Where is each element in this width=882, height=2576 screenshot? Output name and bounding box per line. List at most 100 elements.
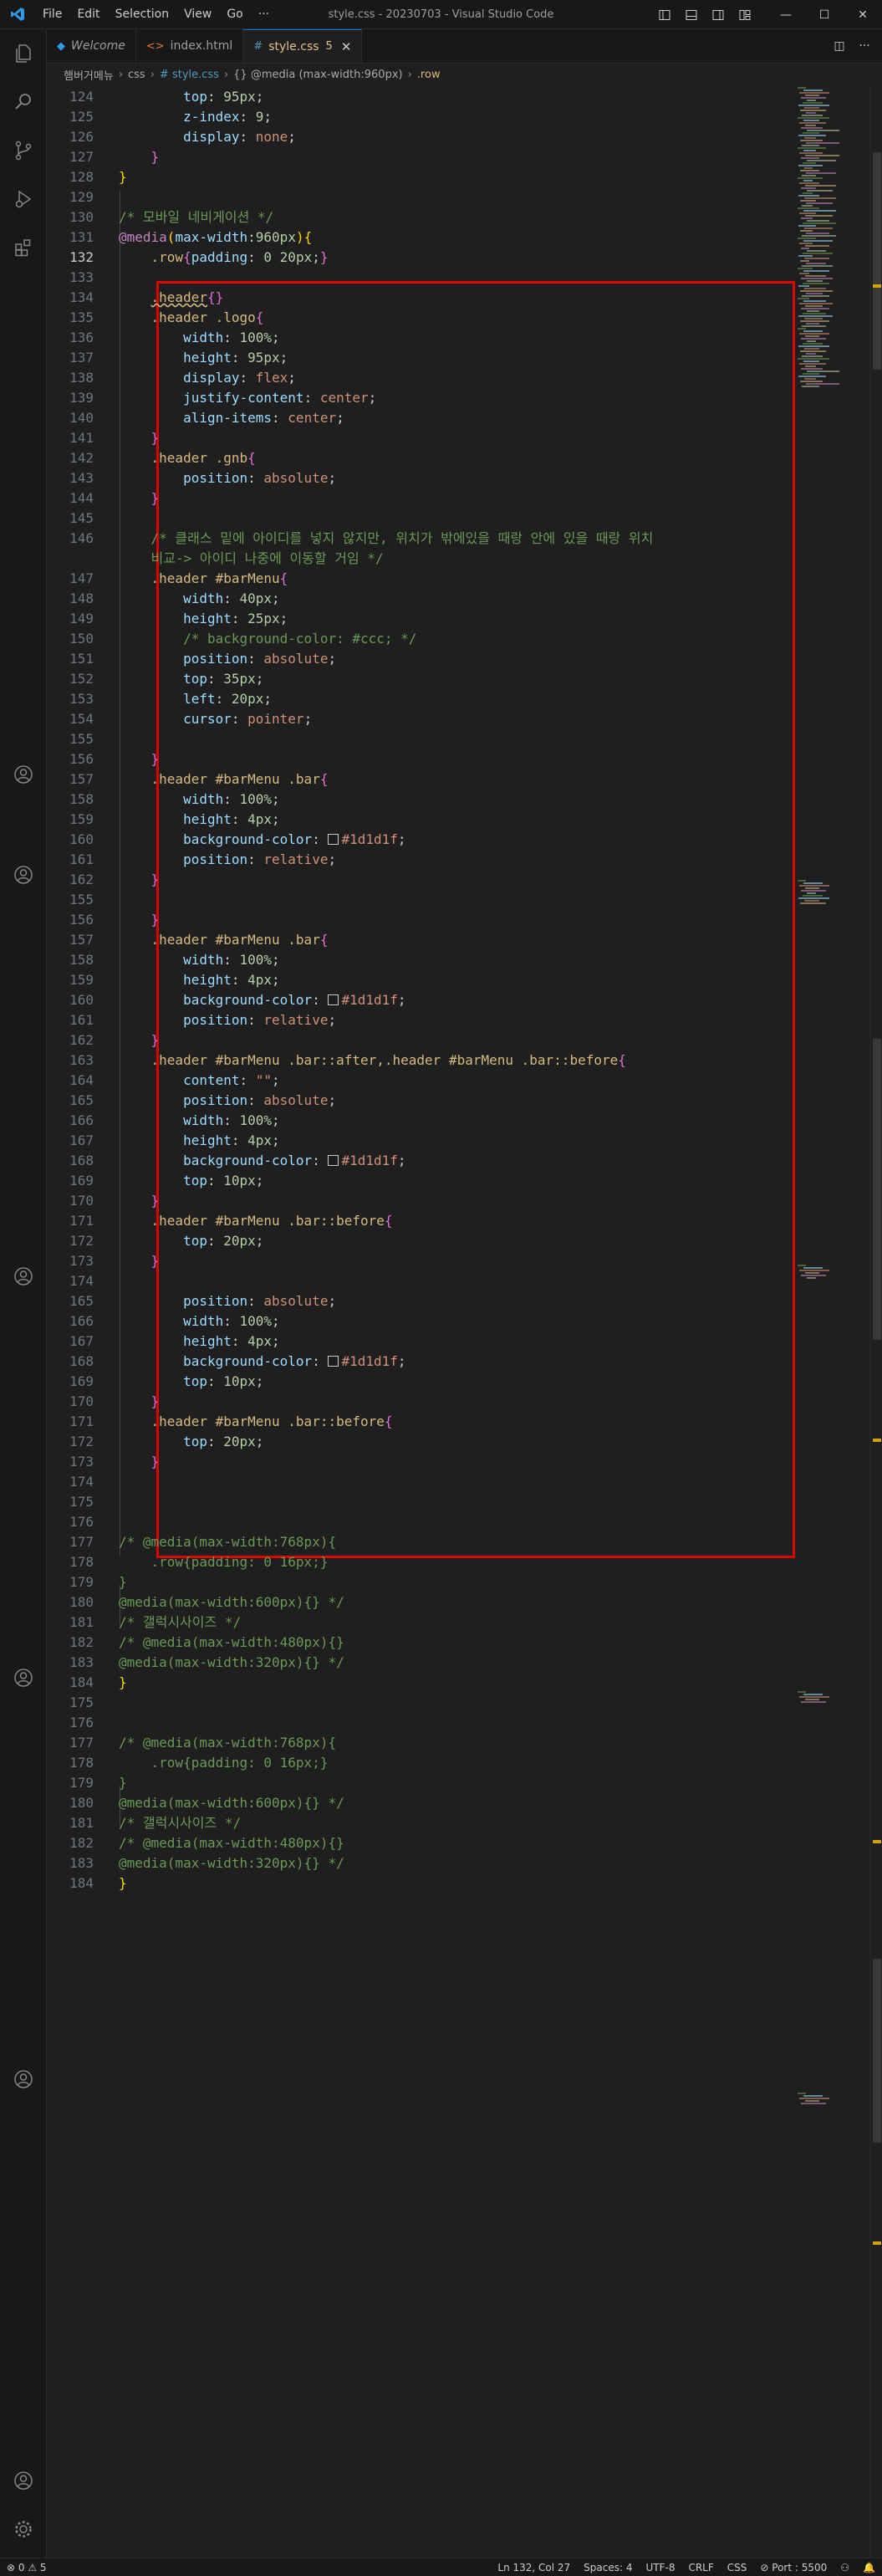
code-line[interactable]: 163 .header #barMenu .bar::after,.header… (47, 1050, 799, 1071)
toggle-panel-icon[interactable] (678, 0, 705, 29)
vertical-scrollbar[interactable] (870, 85, 882, 2558)
menu-more[interactable]: ··· (251, 8, 277, 21)
code-line[interactable]: 181 /* 갤럭시사이즈 */ (47, 1613, 799, 1633)
code-line[interactable]: 139 justify-content: center; (47, 388, 799, 408)
code-line[interactable]: 178 .row{padding: 0 16px;} (47, 1753, 799, 1773)
code-line[interactable]: 131 @media(max-width:960px){ (47, 227, 799, 248)
close-window-icon[interactable]: ✕ (844, 0, 882, 29)
code-line[interactable]: 183 @media(max-width:320px){} */ (47, 1653, 799, 1673)
settings-gear-icon[interactable] (0, 2509, 47, 2549)
code-line[interactable]: 159 height: 4px; (47, 810, 799, 830)
accounts-icon[interactable]: ⚇ (840, 2562, 849, 2573)
code-editor[interactable]: 124 top: 95px; 125 z-index: 9; 126 display… (47, 85, 882, 2558)
breadcrumb-folder[interactable]: css (128, 69, 145, 81)
account-icon[interactable] (0, 1256, 47, 1296)
code-line[interactable]: 141 } (47, 428, 799, 448)
code-line[interactable]: 172 top: 20px; (47, 1432, 799, 1452)
code-line[interactable]: 169 top: 10px; (47, 1171, 799, 1191)
code-line[interactable]: 154 cursor: pointer; (47, 709, 799, 729)
code-line[interactable]: 148 width: 40px; (47, 589, 799, 609)
customize-layout-icon[interactable] (732, 0, 758, 29)
menu-go[interactable]: Go (219, 8, 250, 21)
code-line[interactable]: 171 .header #barMenu .bar::before{ (47, 1211, 799, 1231)
minimap[interactable] (794, 85, 869, 2558)
code-line[interactable]: 143 position: absolute; (47, 468, 799, 488)
code-line[interactable]: 152 top: 35px; (47, 669, 799, 689)
code-line[interactable]: 153 left: 20px; (47, 689, 799, 709)
code-line[interactable]: 171 .header #barMenu .bar::before{ (47, 1412, 799, 1432)
code-line[interactable]: 127 } (47, 147, 799, 167)
code-line[interactable]: 126 display: none; (47, 127, 799, 147)
menu-selection[interactable]: Selection (108, 8, 177, 21)
code-line[interactable]: 161 position: relative; (47, 1010, 799, 1030)
code-line[interactable]: 183 @media(max-width:320px){} */ (47, 1853, 799, 1873)
code-line[interactable]: 168 background-color: #1d1d1f; (47, 1352, 799, 1372)
scrollbar-thumb[interactable] (873, 152, 881, 370)
tab-index-html[interactable]: <> index.html (136, 29, 244, 63)
breadcrumb-file[interactable]: # style.css (160, 69, 219, 81)
code-line[interactable]: 173 } (47, 1251, 799, 1271)
notifications-bell-icon[interactable]: 🔔 (863, 2562, 875, 2573)
code-line[interactable]: 124 top: 95px; (47, 87, 799, 107)
code-line[interactable]: 184} (47, 1673, 799, 1693)
code-line[interactable]: 179} (47, 1572, 799, 1592)
code-line[interactable]: 151 position: absolute; (47, 649, 799, 669)
source-control-icon[interactable] (0, 130, 47, 171)
code-line[interactable]: 149 height: 25px; (47, 609, 799, 629)
color-swatch[interactable] (328, 994, 339, 1005)
code-line[interactable]: 157 .header #barMenu .bar{ (47, 769, 799, 790)
split-editor-icon[interactable]: ◫ (827, 39, 852, 53)
code-line[interactable]: 167 height: 4px; (47, 1131, 799, 1151)
code-line[interactable]: 129 (47, 187, 799, 207)
toggle-sidebar-icon[interactable] (651, 0, 678, 29)
code-line[interactable]: 168 background-color: #1d1d1f; (47, 1151, 799, 1171)
eol-status[interactable]: CRLF (688, 2562, 713, 2573)
code-line[interactable]: 166 width: 100%; (47, 1111, 799, 1131)
cursor-position[interactable]: Ln 132, Col 27 (497, 2562, 570, 2573)
breadcrumb-folder[interactable]: 햄버거메뉴 (64, 67, 114, 83)
code-line[interactable]: 150 /* background-color: #ccc; */ (47, 629, 799, 649)
account-icon[interactable] (0, 2461, 47, 2501)
code-line[interactable]: 182 /* @media(max-width:480px){} (47, 1833, 799, 1853)
code-line[interactable]: 180 @media(max-width:600px){} */ (47, 1793, 799, 1813)
menu-edit[interactable]: Edit (69, 8, 107, 21)
code-line[interactable]: 138 display: flex; (47, 368, 799, 388)
code-line[interactable]: 125 z-index: 9; (47, 107, 799, 127)
more-actions-icon[interactable]: ··· (852, 39, 877, 53)
maximize-icon[interactable]: ☐ (805, 0, 844, 29)
account-icon[interactable] (0, 855, 47, 895)
code-line[interactable]: 165 position: absolute; (47, 1291, 799, 1311)
code-line[interactable]: 176 (47, 1512, 799, 1532)
menu-view[interactable]: View (176, 8, 219, 21)
code-line[interactable]: 158 width: 100%; (47, 950, 799, 970)
code-line[interactable]: 137 height: 95px; (47, 348, 799, 368)
code-line[interactable]: 134 .header{} (47, 288, 799, 308)
language-mode[interactable]: CSS (727, 2562, 747, 2573)
code-line[interactable]: 160 background-color: #1d1d1f; (47, 830, 799, 850)
code-line[interactable]: 130 /* 모바일 네비게이션 */ (47, 207, 799, 227)
breadcrumb-symbol[interactable]: {} @media (max-width:960px) (233, 69, 402, 81)
scrollbar-thumb[interactable] (873, 1039, 881, 1340)
code-line[interactable]: 167 height: 4px; (47, 1331, 799, 1352)
code-line[interactable]: 172 top: 20px; (47, 1231, 799, 1251)
tab-welcome[interactable]: ◆ Welcome (47, 29, 136, 63)
code-line[interactable]: 161 position: relative; (47, 850, 799, 870)
color-swatch[interactable] (328, 1155, 339, 1166)
code-line[interactable]: 147 .header #barMenu{ (47, 569, 799, 589)
code-line[interactable]: 132 .row{padding: 0 20px;} (47, 248, 799, 268)
code-line[interactable]: 170 } (47, 1191, 799, 1211)
code-line[interactable]: 162 } (47, 870, 799, 890)
account-icon[interactable] (0, 754, 47, 795)
code-line[interactable]: 136 width: 100%; (47, 328, 799, 348)
code-line[interactable]: 133 (47, 268, 799, 288)
code-line[interactable]: 174 (47, 1271, 799, 1291)
code-line[interactable]: 144 } (47, 488, 799, 509)
tab-style-css[interactable]: # style.css 5 ✕ (243, 29, 363, 63)
breadcrumb-symbol[interactable]: .row (417, 69, 441, 81)
code-line[interactable]: 146 /* 클래스 밑에 아이디를 넣지 않지만, 위치가 밖에있을 때랑 안… (47, 529, 799, 549)
code-line[interactable]: 160 background-color: #1d1d1f; (47, 990, 799, 1010)
close-tab-icon[interactable]: ✕ (341, 39, 352, 54)
code-line[interactable]: 173 } (47, 1452, 799, 1472)
code-line[interactable]: 비교-> 아이디 나중에 이동할 거임 */ (47, 549, 799, 569)
code-line[interactable]: 175 (47, 1693, 799, 1713)
